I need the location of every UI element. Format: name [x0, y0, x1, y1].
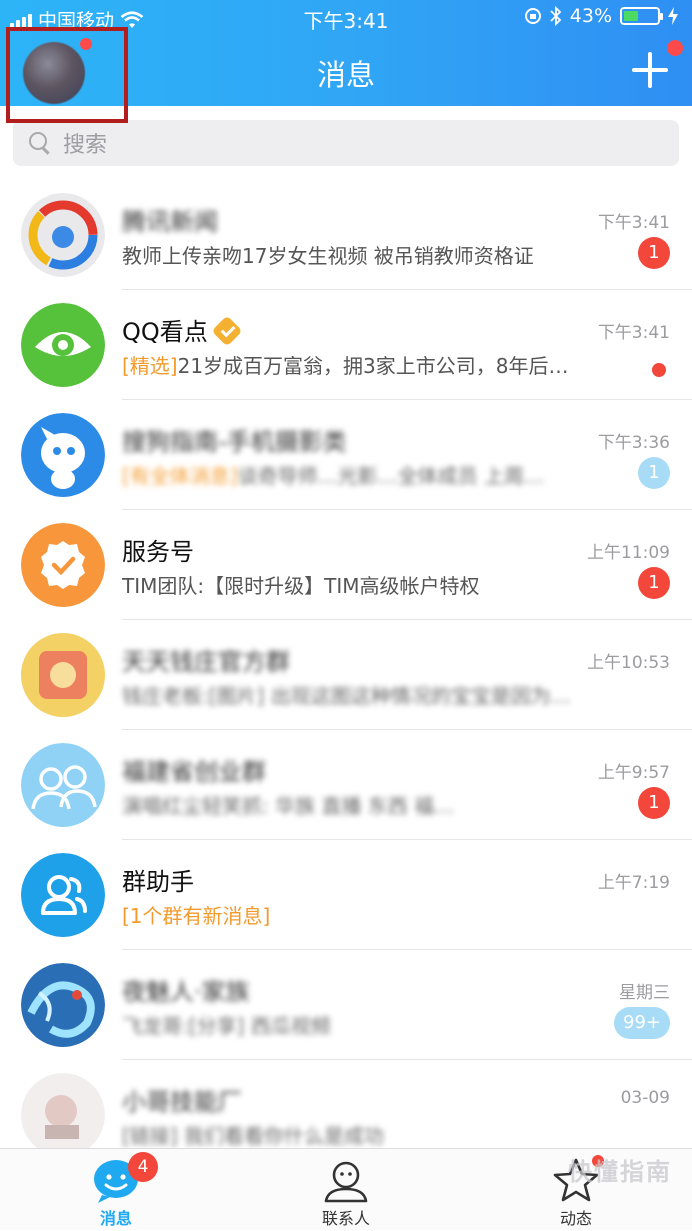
conversation-preview: [链接] 我们看看你什么是成功: [122, 1124, 384, 1148]
conversation-time: 上午11:09: [587, 543, 670, 563]
conversation-row[interactable]: 服务号 TIM团队:【限时升级】TIM高级帐户特权 上午11:09 1: [0, 510, 692, 620]
avatar[interactable]: [23, 42, 85, 104]
conversation-preview: [精选]21岁成百万富翁，拥3家上市公司，8年后…: [122, 350, 569, 379]
conversation-tag: [精选]: [122, 354, 178, 378]
conversation-time: 下午3:36: [597, 433, 670, 453]
tab-label: 动态: [559, 1209, 592, 1228]
unread-badge: 1: [638, 237, 670, 269]
avatar-notification-dot: [80, 38, 92, 50]
conversation-row[interactable]: 福建省创业群 演唱红尘轻笑抓: 华族 直播 东西 福… 上午9:57 1: [0, 730, 692, 840]
conversation-row[interactable]: 搜狗指南-手机摄影类 [有全体消息]谈奇导师…光影…全体成员 上周… 下午3:3…: [0, 400, 692, 510]
conversation-preview: 飞龙哥:[分享] 西瓜视频: [122, 1014, 331, 1038]
group-people-icon: [21, 743, 105, 827]
conversation-preview: TIM团队:【限时升级】TIM高级帐户特权: [122, 574, 480, 598]
unread-badge: 99+: [614, 1007, 670, 1039]
conversation-time: 上午7:19: [597, 873, 670, 893]
unread-dot: [652, 363, 666, 377]
battery-fill: [624, 11, 638, 21]
unread-badge: 1: [638, 787, 670, 819]
conversation-row[interactable]: 天天钱庄官方群 钱庄老板:[图片] 出现这图这种情况的宝宝是因为… 上午10:5…: [0, 620, 692, 730]
conversation-row[interactable]: 腾讯新闻 教师上传亲吻17岁女生视频 被吊销教师资格证 下午3:41 1: [0, 180, 692, 290]
add-button[interactable]: [630, 50, 670, 90]
conversation-row[interactable]: 群助手 [1个群有新消息] 上午7:19: [0, 840, 692, 950]
sogou-group-icon: [21, 413, 105, 497]
tab-contacts[interactable]: 联系人: [276, 1149, 416, 1231]
conversation-preview: [1个群有新消息]: [122, 900, 270, 929]
charging-icon: [668, 7, 678, 25]
conversation-time: 上午10:53: [587, 653, 670, 673]
conversation-time: 星期三: [619, 983, 670, 1003]
conversation-title: 搜狗指南-手机摄影类: [122, 428, 347, 456]
battery-icon: [620, 7, 663, 25]
conversation-title: 群助手: [122, 868, 194, 896]
conversation-preview-text: 21岁成百万富翁，拥3家上市公司，8年后…: [177, 354, 569, 378]
conversation-title-text: QQ看点: [122, 318, 208, 346]
unread-badge: 1: [638, 567, 670, 599]
dragon-avatar-icon: [21, 963, 105, 1047]
search-placeholder: 搜索: [63, 133, 108, 158]
conversation-title: 夜魅人·家族: [122, 978, 250, 1006]
conversation-preview: 教师上传亲吻17岁女生视频 被吊销教师资格证: [122, 244, 534, 268]
conversation-title: 福建省创业群: [122, 758, 266, 786]
profile-avatar-button[interactable]: [6, 27, 128, 123]
conversation-title: QQ看点: [122, 312, 243, 347]
tab-messages[interactable]: 4 消息: [46, 1149, 186, 1231]
conversation-tag: [有全体消息]: [122, 464, 238, 488]
group-avatar-icon: [21, 633, 105, 717]
group-helper-icon: [21, 853, 105, 937]
conversation-tag: [1个群有新消息]: [122, 904, 271, 928]
conversation-row[interactable]: 夜魅人·家族 飞龙哥:[分享] 西瓜视频 星期三 99+: [0, 950, 692, 1060]
conversation-time: 下午3:41: [597, 323, 670, 343]
bluetooth-icon: [550, 6, 562, 26]
conversation-title: 腾讯新闻: [122, 208, 218, 236]
rotation-lock-icon: [524, 8, 541, 24]
conversation-preview: 演唱红尘轻笑抓: 华族 直播 东西 福…: [122, 794, 455, 818]
conversation-row[interactable]: QQ看点 [精选]21岁成百万富翁，拥3家上市公司，8年后… 下午3:41: [0, 290, 692, 400]
search-icon: [27, 130, 53, 156]
qq-kandian-icon: [21, 303, 105, 387]
conversation-title: 服务号: [122, 538, 194, 566]
contacts-icon: [324, 1161, 368, 1203]
conversation-title: 天天钱庄官方群: [122, 648, 290, 676]
tencent-news-icon: [21, 193, 105, 277]
service-account-icon: [21, 523, 105, 607]
notification-dot: [667, 40, 683, 56]
conversation-time: 上午9:57: [597, 763, 670, 783]
conversation-title: 小哥技能厂: [122, 1088, 242, 1116]
conversation-time: 下午3:41: [597, 213, 670, 233]
tab-label: 消息: [99, 1209, 132, 1228]
verified-icon: [211, 315, 243, 347]
unread-badge: 1: [638, 457, 670, 489]
user-avatar-icon: [21, 1073, 105, 1157]
tab-label: 联系人: [321, 1209, 370, 1228]
conversation-list: 腾讯新闻 教师上传亲吻17岁女生视频 被吊销教师资格证 下午3:41 1 QQ看…: [0, 180, 692, 1170]
conversation-preview: [有全体消息]谈奇导师…光影…全体成员 上周…: [122, 460, 544, 489]
watermark: 快懂指南: [568, 1158, 672, 1186]
conversation-time: 03-09: [620, 1088, 670, 1108]
tab-unread-badge: 4: [128, 1152, 158, 1182]
battery-percent: 43%: [569, 5, 612, 27]
conversation-preview-text: 谈奇导师…光影…全体成员 上周…: [237, 464, 544, 488]
search-input[interactable]: 搜索: [13, 120, 679, 166]
conversation-preview: 钱庄老板:[图片] 出现这图这种情况的宝宝是因为…: [122, 684, 571, 708]
